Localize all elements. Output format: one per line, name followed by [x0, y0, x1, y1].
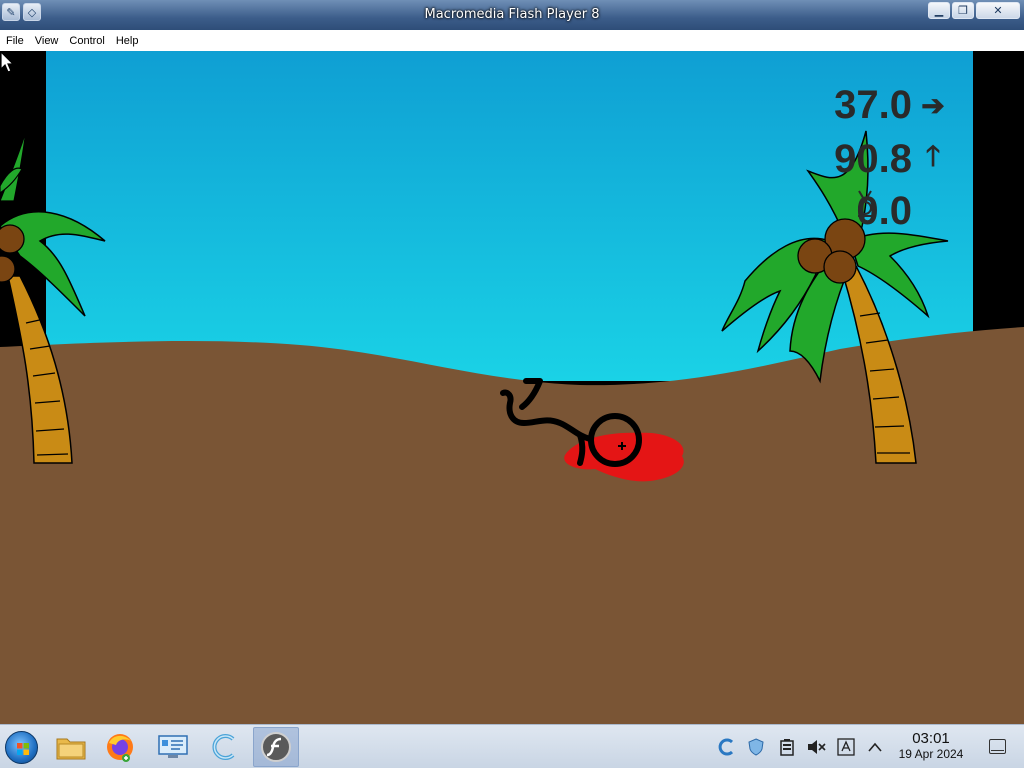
taskbar-control-panel[interactable] — [150, 727, 196, 767]
menu-control[interactable]: Control — [65, 35, 108, 47]
taskbar-firefox[interactable] — [97, 727, 143, 767]
window-controls: ▁ ❐ ✕ — [928, 2, 1020, 19]
control-panel-icon — [158, 735, 188, 758]
screen: ✎ ◇ Macromedia Flash Player 8 ▁ ❐ ✕ File… — [0, 0, 1024, 768]
clock-date: 19 Apr 2024 — [898, 747, 964, 761]
ccleaner-tray-icon[interactable] — [717, 737, 737, 757]
close-button[interactable]: ✕ — [976, 2, 1020, 19]
show-desktop-button[interactable] — [989, 739, 1006, 754]
menu-help[interactable]: Help — [112, 35, 143, 47]
file-explorer-icon — [56, 738, 86, 760]
clock-time: 03:01 — [912, 730, 950, 747]
game-scene — [0, 51, 1024, 724]
mouse-cursor-icon — [0, 51, 15, 73]
keyboard-tray-icon[interactable] — [836, 737, 856, 757]
taskbar-flash-player[interactable] — [253, 727, 299, 767]
maximize-button[interactable]: ❐ — [952, 2, 974, 19]
windows-start-button[interactable] — [5, 731, 38, 764]
close-icon: ✕ — [993, 4, 1003, 17]
flash-player-icon — [261, 732, 291, 762]
taskbar-ccleaner[interactable] — [201, 727, 247, 767]
menu-view[interactable]: View — [31, 35, 63, 47]
menu-file[interactable]: File — [2, 35, 28, 47]
menubar: File View Control Help — [0, 30, 1024, 51]
chevron-up-icon[interactable] — [865, 737, 885, 757]
window-title: Macromedia Flash Player 8 — [424, 7, 600, 22]
game-stage[interactable]: 37.0 ➔ 90.8 🡑 0.0 — [0, 51, 1024, 724]
minimize-button[interactable]: ▁ — [928, 2, 950, 19]
taskbar-file-explorer[interactable] — [48, 727, 94, 767]
taskbar-clock[interactable]: 03:01 19 Apr 2024 — [890, 730, 972, 761]
firefox-icon — [107, 734, 133, 762]
maximize-icon: ❐ — [958, 4, 968, 17]
sky — [46, 51, 973, 381]
minimize-icon: ▁ — [934, 4, 944, 17]
ccleaner-icon — [212, 734, 235, 760]
window-titlebar[interactable]: ✎ ◇ Macromedia Flash Player 8 ▁ ❐ ✕ — [0, 0, 1024, 30]
volume-muted-icon[interactable] — [806, 737, 826, 757]
security-tray-icon[interactable] — [746, 737, 766, 757]
battery-tray-icon[interactable] — [777, 737, 797, 757]
taskbar: 03:01 19 Apr 2024 — [0, 724, 1024, 768]
windows-start-icon — [17, 743, 29, 755]
